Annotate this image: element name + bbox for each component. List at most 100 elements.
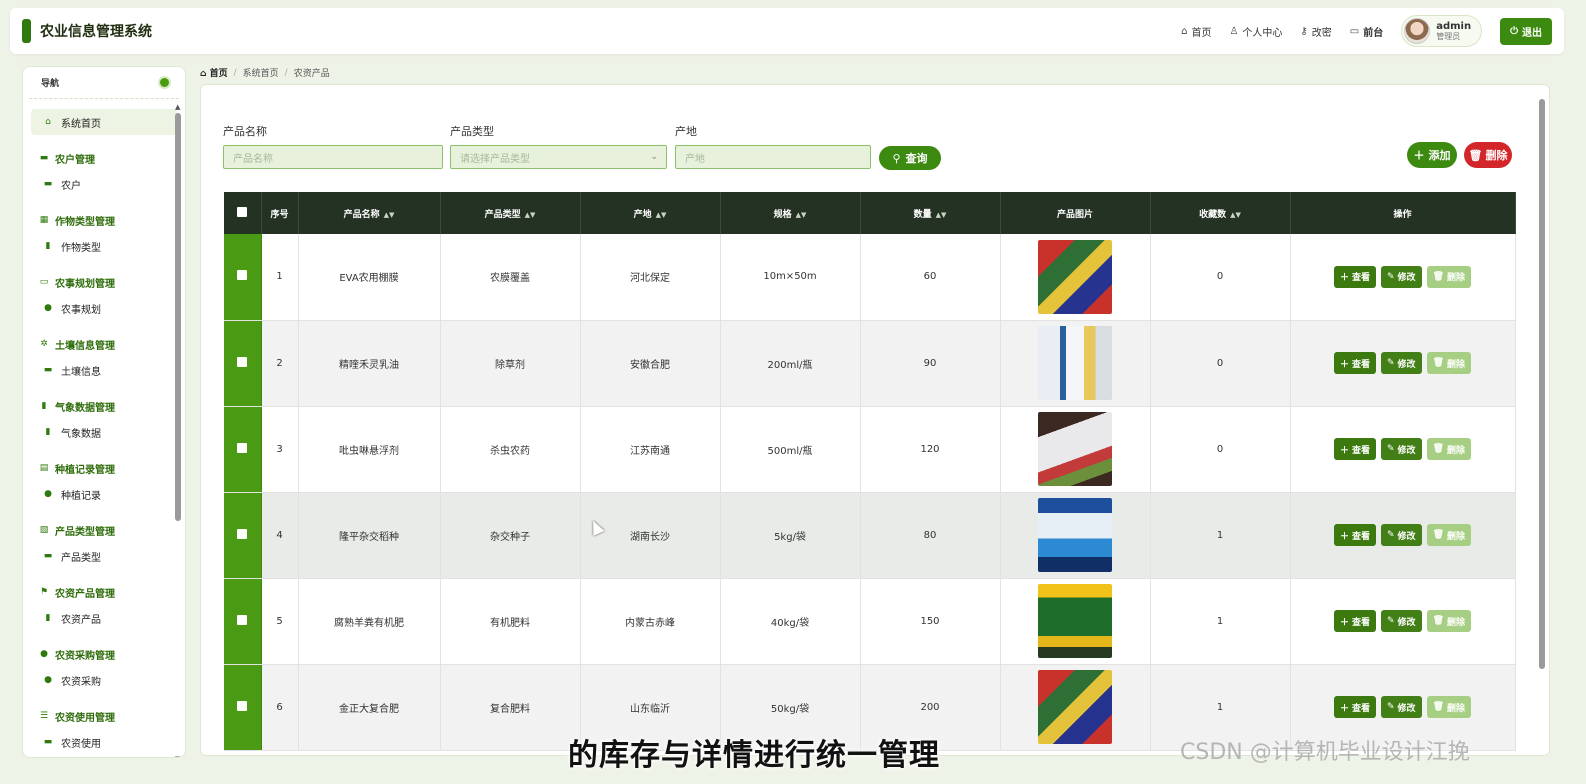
sidebar-item-planting[interactable]: ● 种植记录 — [31, 481, 177, 507]
sidebar-item-agri-product[interactable]: ▮ 农资产品 — [31, 605, 177, 631]
sidebar-group-soil[interactable]: ✲ 土壤信息管理 — [31, 335, 177, 353]
product-image[interactable] — [1038, 498, 1112, 572]
nav-profile-link[interactable]: ♙ 个人中心 — [1229, 24, 1282, 39]
col-header-type[interactable]: 产品类型 ▲▼ — [440, 192, 581, 234]
product-image[interactable] — [1038, 326, 1112, 400]
sidebar-item-purchase[interactable]: ● 农资采购 — [31, 667, 177, 693]
user-menu[interactable]: admin 管理员 — [1401, 15, 1483, 47]
col-header-spec[interactable]: 规格 ▲▼ — [720, 192, 861, 234]
origin-input[interactable]: 产地 — [675, 145, 871, 169]
col-header-origin[interactable]: 产地 ▲▼ — [580, 192, 721, 234]
sidebar-group-farmer[interactable]: ▬ 农户管理 — [31, 149, 177, 167]
product-type-select[interactable]: 请选择产品类型 ⌄ — [450, 145, 667, 169]
row-checkbox[interactable] — [237, 270, 248, 281]
sidebar-item-product-type[interactable]: ▬ 产品类型 — [31, 543, 177, 569]
sidebar-scroll-thumb[interactable] — [175, 113, 181, 521]
delete-button[interactable]: 🗑 删除 — [1426, 610, 1472, 632]
view-button[interactable]: ＋查看 — [1333, 438, 1376, 460]
sidebar-group-planting[interactable]: ▤ 种植记录管理 — [31, 459, 177, 477]
col-header-fav[interactable]: 收藏数 ▲▼ — [1150, 192, 1291, 234]
sliders-icon: ☰ — [39, 711, 49, 721]
bar-chart-icon: ▮ — [45, 427, 51, 437]
view-button[interactable]: ＋查看 — [1333, 696, 1376, 718]
cell-spec: 500ml/瓶 — [720, 406, 861, 493]
sidebar-item-weather[interactable]: ▮ 气象数据 — [31, 419, 177, 445]
cell-actions: ＋查看 ✎ 修改 🗑 删除 — [1290, 406, 1516, 493]
breadcrumb-home[interactable]: ⌂ 首页 — [200, 66, 228, 79]
col-header-qty[interactable]: 数量 ▲▼ — [860, 192, 1001, 234]
sidebar-item-farmer[interactable]: ▬ 农户 — [31, 171, 177, 197]
sidebar-item-dashboard[interactable]: ⌂ 系统首页 — [31, 109, 177, 135]
edit-button[interactable]: ✎ 修改 — [1381, 438, 1422, 460]
plus-icon: ＋ — [1413, 149, 1425, 162]
sidebar-item-farm-plan[interactable]: ● 农事规划 — [31, 295, 177, 321]
delete-button[interactable]: 🗑 删除 — [1426, 352, 1472, 374]
sidebar-group-farm-plan[interactable]: ▭ 农事规划管理 — [31, 273, 177, 291]
table-header-row: 序号 产品名称 ▲▼ 产品类型 ▲▼ 产地 ▲▼ 规格 ▲▼ 数量 ▲▼ 产品图片 收藏数… — [224, 192, 1516, 234]
sidebar-group-agri-product[interactable]: ⚑ 农资产品管理 — [31, 583, 177, 601]
view-button[interactable]: ＋查看 — [1333, 610, 1376, 632]
pin-icon: ● — [44, 303, 52, 313]
edit-button[interactable]: ✎ 修改 — [1381, 610, 1422, 632]
product-image[interactable] — [1038, 584, 1112, 658]
sidebar-group-purchase[interactable]: ● 农资采购管理 — [31, 645, 177, 663]
row-select-cell — [224, 406, 262, 493]
row-select-cell — [224, 492, 262, 579]
sidebar-group-product-type[interactable]: ▧ 产品类型管理 — [31, 521, 177, 539]
nav-password-link[interactable]: ⚷ 改密 — [1300, 24, 1331, 39]
main-scrollbar[interactable] — [1539, 89, 1545, 749]
breadcrumb: ⌂ 首页 / 系统首页 / 农资产品 — [200, 66, 330, 80]
row-checkbox[interactable] — [237, 356, 248, 367]
delete-button[interactable]: 🗑 删除 — [1426, 438, 1472, 460]
sidebar-scrollbar[interactable]: ▲ ▼ — [175, 103, 181, 757]
delete-button[interactable]: 🗑 删除 — [1426, 524, 1472, 546]
query-button[interactable]: ⚲ 查询 — [879, 146, 941, 170]
sidebar-group-crop-type[interactable]: ▦ 作物类型管理 — [31, 211, 177, 229]
sidebar-item-crop-type[interactable]: ▮ 作物类型 — [31, 233, 177, 259]
sidebar-item-usage[interactable]: ▬ 农资使用 — [31, 729, 177, 755]
product-name-input[interactable]: 产品名称 — [223, 145, 443, 169]
cell-type: 复合肥料 — [440, 664, 581, 751]
sidebar-item-soil[interactable]: ▬ 土壤信息 — [31, 357, 177, 383]
scroll-up-icon[interactable]: ▲ — [175, 103, 180, 111]
delete-button[interactable]: 🗑 删除 — [1426, 265, 1472, 288]
row-checkbox[interactable] — [237, 614, 248, 625]
table-row: 3 吡虫啉悬浮剂 杀虫农药 江苏南通 500ml/瓶 120 0 ＋查看 ✎ 修改 🗑 删除 — [224, 406, 1516, 493]
monitor-icon: ▭ — [39, 277, 49, 287]
view-button[interactable]: ＋查看 — [1333, 352, 1376, 374]
logout-button[interactable]: ⏻ 退出 — [1500, 17, 1552, 45]
main-panel: 产品名称 产品名称 产品类型 请选择产品类型 ⌄ 产地 产地 ⚲ 查询 ＋添加 🗑 删… — [200, 84, 1550, 756]
view-button[interactable]: ＋查看 — [1333, 265, 1376, 288]
product-image[interactable] — [1038, 670, 1112, 744]
col-header-name[interactable]: 产品名称 ▲▼ — [298, 192, 441, 234]
select-all-checkbox[interactable] — [237, 206, 248, 217]
cell-spec: 5kg/袋 — [720, 492, 861, 579]
row-checkbox[interactable] — [237, 442, 248, 453]
main-scroll-thumb[interactable] — [1539, 99, 1545, 669]
product-image[interactable] — [1038, 412, 1112, 486]
edit-button[interactable]: ✎ 修改 — [1381, 352, 1422, 374]
edit-button[interactable]: ✎ 修改 — [1381, 696, 1422, 718]
cell-name: 精喹禾灵乳油 — [298, 320, 441, 407]
plus-icon: ＋ — [1339, 617, 1349, 628]
delete-button[interactable]: 🗑 删除 — [1426, 696, 1472, 718]
edit-button[interactable]: ✎ 修改 — [1381, 524, 1422, 546]
product-table: 序号 产品名称 ▲▼ 产品类型 ▲▼ 产地 ▲▼ 规格 ▲▼ 数量 ▲▼ 产品图片 收藏数… — [224, 192, 1516, 751]
batch-delete-button[interactable]: 🗑 删除 — [1464, 142, 1512, 168]
add-button[interactable]: ＋添加 — [1407, 142, 1457, 168]
sidebar-group-weather[interactable]: ▮ 气象数据管理 — [31, 397, 177, 415]
row-select-cell — [224, 578, 262, 665]
view-button[interactable]: ＋查看 — [1333, 524, 1376, 546]
row-checkbox[interactable] — [237, 528, 248, 539]
cell-no: 4 — [261, 492, 299, 579]
sidebar-group-usage[interactable]: ☰ 农资使用管理 — [31, 707, 177, 725]
cell-image — [1000, 578, 1151, 665]
scroll-down-icon[interactable]: ▼ — [175, 755, 180, 757]
nav-home-link[interactable]: ⌂ 首页 — [1181, 24, 1211, 39]
edit-button[interactable]: ✎ 修改 — [1381, 265, 1422, 288]
product-image[interactable] — [1038, 239, 1112, 314]
breadcrumb-level1[interactable]: 系统首页 — [243, 66, 279, 79]
cell-qty: 90 — [860, 320, 1001, 407]
nav-frontend-link[interactable]: ▭ 前台 — [1350, 24, 1383, 39]
row-checkbox[interactable] — [237, 700, 248, 711]
